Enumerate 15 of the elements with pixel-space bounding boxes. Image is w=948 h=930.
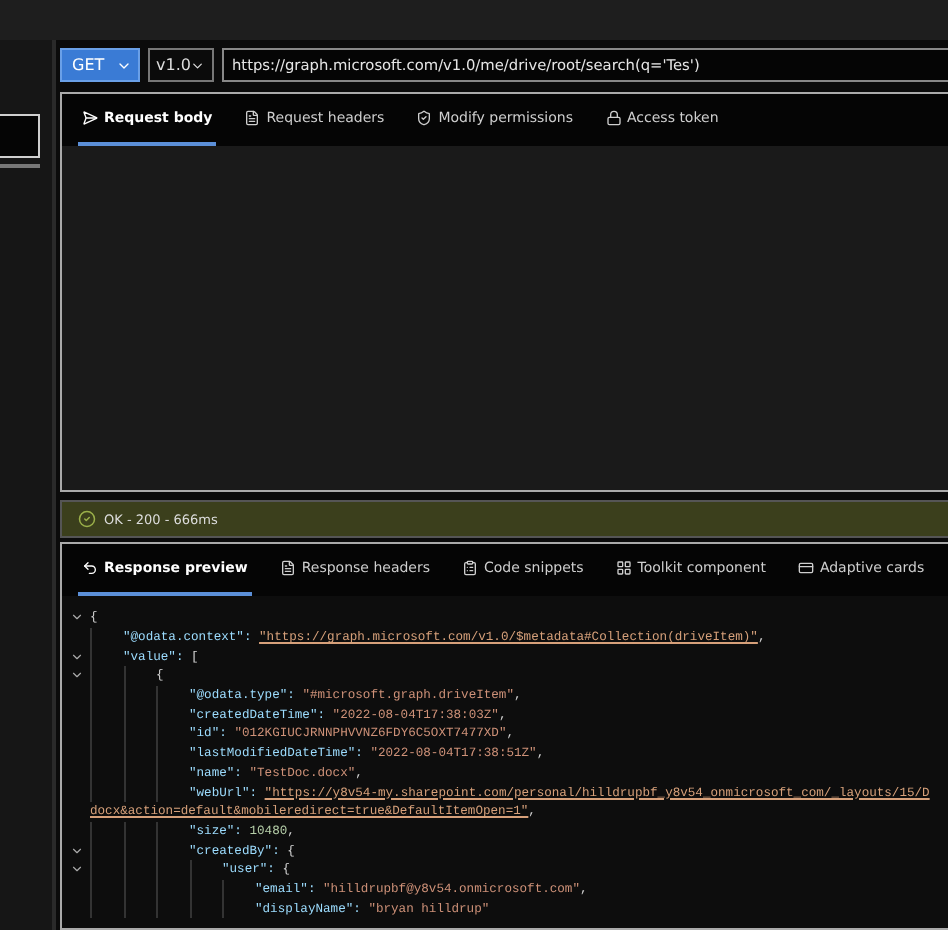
check-circle-icon: [78, 510, 96, 528]
undo-icon: [82, 560, 98, 576]
chevron-icon: [190, 57, 206, 73]
document-icon: [244, 110, 261, 126]
method-dropdown[interactable]: GET: [60, 48, 140, 82]
sidebar-field[interactable]: [0, 114, 40, 158]
version-dropdown[interactable]: v1.0: [148, 48, 214, 82]
document-icon: [279, 560, 296, 576]
shield-icon: [416, 110, 433, 126]
grid-icon: [615, 560, 632, 576]
card-icon: [797, 560, 814, 576]
clipboard-icon: [462, 560, 479, 576]
lock-icon: [605, 110, 621, 126]
send-icon: [82, 110, 98, 126]
collapse-icon[interactable]: [69, 610, 83, 625]
